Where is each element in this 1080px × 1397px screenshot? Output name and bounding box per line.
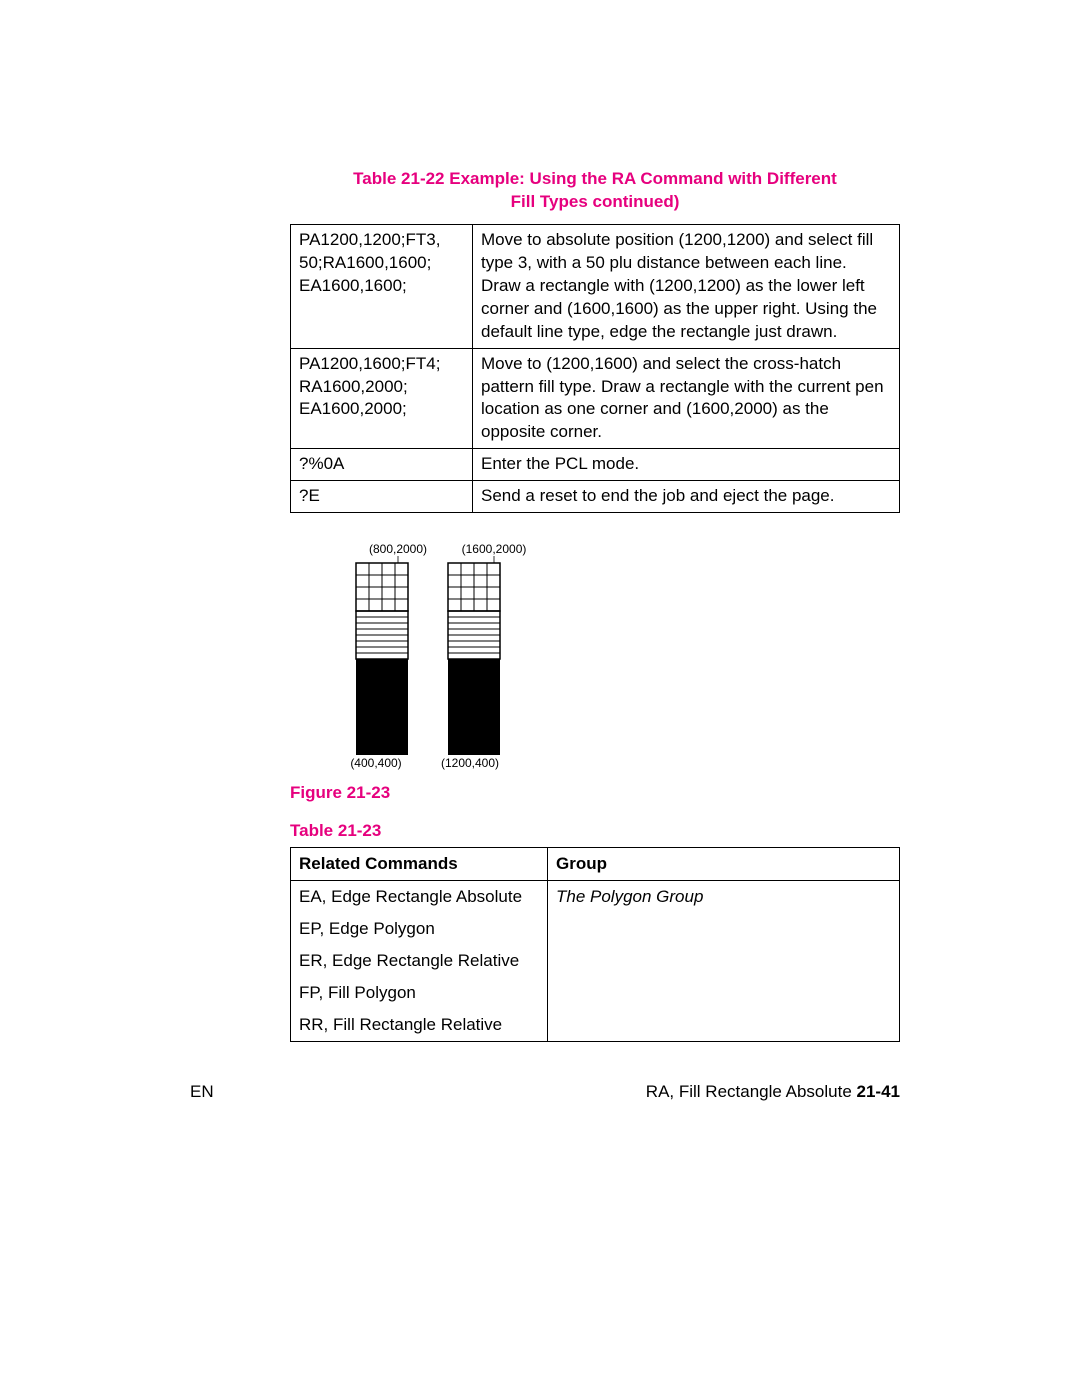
table1-caption-l2: Fill Types continued) (511, 192, 680, 211)
desc-cell: Move to (1200,1600) and select the cross… (473, 348, 900, 449)
left-crosshatch (356, 563, 408, 611)
table1-caption-l1: Table 21-22 Example: Using the RA Comman… (353, 169, 837, 188)
cmd-cell: FP, Fill Polygon (291, 977, 548, 1009)
table-header-row: Related Commands Group (291, 848, 900, 881)
footer-section: RA, Fill Rectangle Absolute (646, 1082, 857, 1101)
coord-tl: (800,2000) (369, 542, 427, 556)
desc-cell: Move to absolute position (1200,1200) an… (473, 224, 900, 348)
footer-page: 21-41 (857, 1082, 900, 1101)
table-row: PA1200,1600;FT4; RA1600,2000; EA1600,200… (291, 348, 900, 449)
table1: PA1200,1200;FT3, 50;RA1600,1600; EA1600,… (290, 224, 900, 513)
table1-caption: Table 21-22 Example: Using the RA Comman… (290, 168, 900, 214)
right-crosshatch (448, 563, 500, 611)
cmd-cell: RR, Fill Rectangle Relative (291, 1009, 548, 1042)
coord-tr: (1600,2000) (462, 542, 527, 556)
group-cell (548, 913, 900, 945)
cmd-cell: EA, Edge Rectangle Absolute (291, 881, 548, 914)
right-hatch (448, 611, 500, 659)
table-row: ?E Send a reset to end the job and eject… (291, 481, 900, 513)
table-row: EP, Edge Polygon (291, 913, 900, 945)
th-group: Group (548, 848, 900, 881)
table-row: FP, Fill Polygon (291, 977, 900, 1009)
group-cell (548, 977, 900, 1009)
cmd-cell: PA1200,1200;FT3, 50;RA1600,1600; EA1600,… (291, 224, 473, 348)
page-footer: EN RA, Fill Rectangle Absolute 21-41 (290, 1082, 900, 1102)
right-solid (448, 659, 500, 755)
left-solid (356, 659, 408, 755)
figure-21-23: (800,2000) (1600,2000) (400,400) (1200,4… (336, 541, 900, 773)
group-cell (548, 1009, 900, 1042)
group-cell (548, 945, 900, 977)
figure-svg: (800,2000) (1600,2000) (400,400) (1200,4… (336, 541, 596, 773)
group-cell: The Polygon Group (548, 881, 900, 914)
figure-label: Figure 21-23 (290, 783, 900, 803)
cmd-cell: PA1200,1600;FT4; RA1600,2000; EA1600,200… (291, 348, 473, 449)
cmd-cell: ?%0A (291, 449, 473, 481)
cmd-cell: EP, Edge Polygon (291, 913, 548, 945)
th-related: Related Commands (291, 848, 548, 881)
table-row: PA1200,1200;FT3, 50;RA1600,1600; EA1600,… (291, 224, 900, 348)
table-row: RR, Fill Rectangle Relative (291, 1009, 900, 1042)
desc-cell: Send a reset to end the job and eject th… (473, 481, 900, 513)
coord-bl: (400,400) (350, 756, 401, 770)
desc-cell: Enter the PCL mode. (473, 449, 900, 481)
cmd-cell: ER, Edge Rectangle Relative (291, 945, 548, 977)
table2-label: Table 21-23 (290, 821, 900, 841)
footer-left: EN (190, 1082, 214, 1102)
table2: Related Commands Group EA, Edge Rectangl… (290, 847, 900, 1042)
coord-br: (1200,400) (441, 756, 499, 770)
table-row: EA, Edge Rectangle Absolute The Polygon … (291, 881, 900, 914)
cmd-cell: ?E (291, 481, 473, 513)
footer-right: RA, Fill Rectangle Absolute 21-41 (646, 1082, 900, 1102)
table-row: ?%0A Enter the PCL mode. (291, 449, 900, 481)
left-hatch (356, 611, 408, 659)
table-row: ER, Edge Rectangle Relative (291, 945, 900, 977)
